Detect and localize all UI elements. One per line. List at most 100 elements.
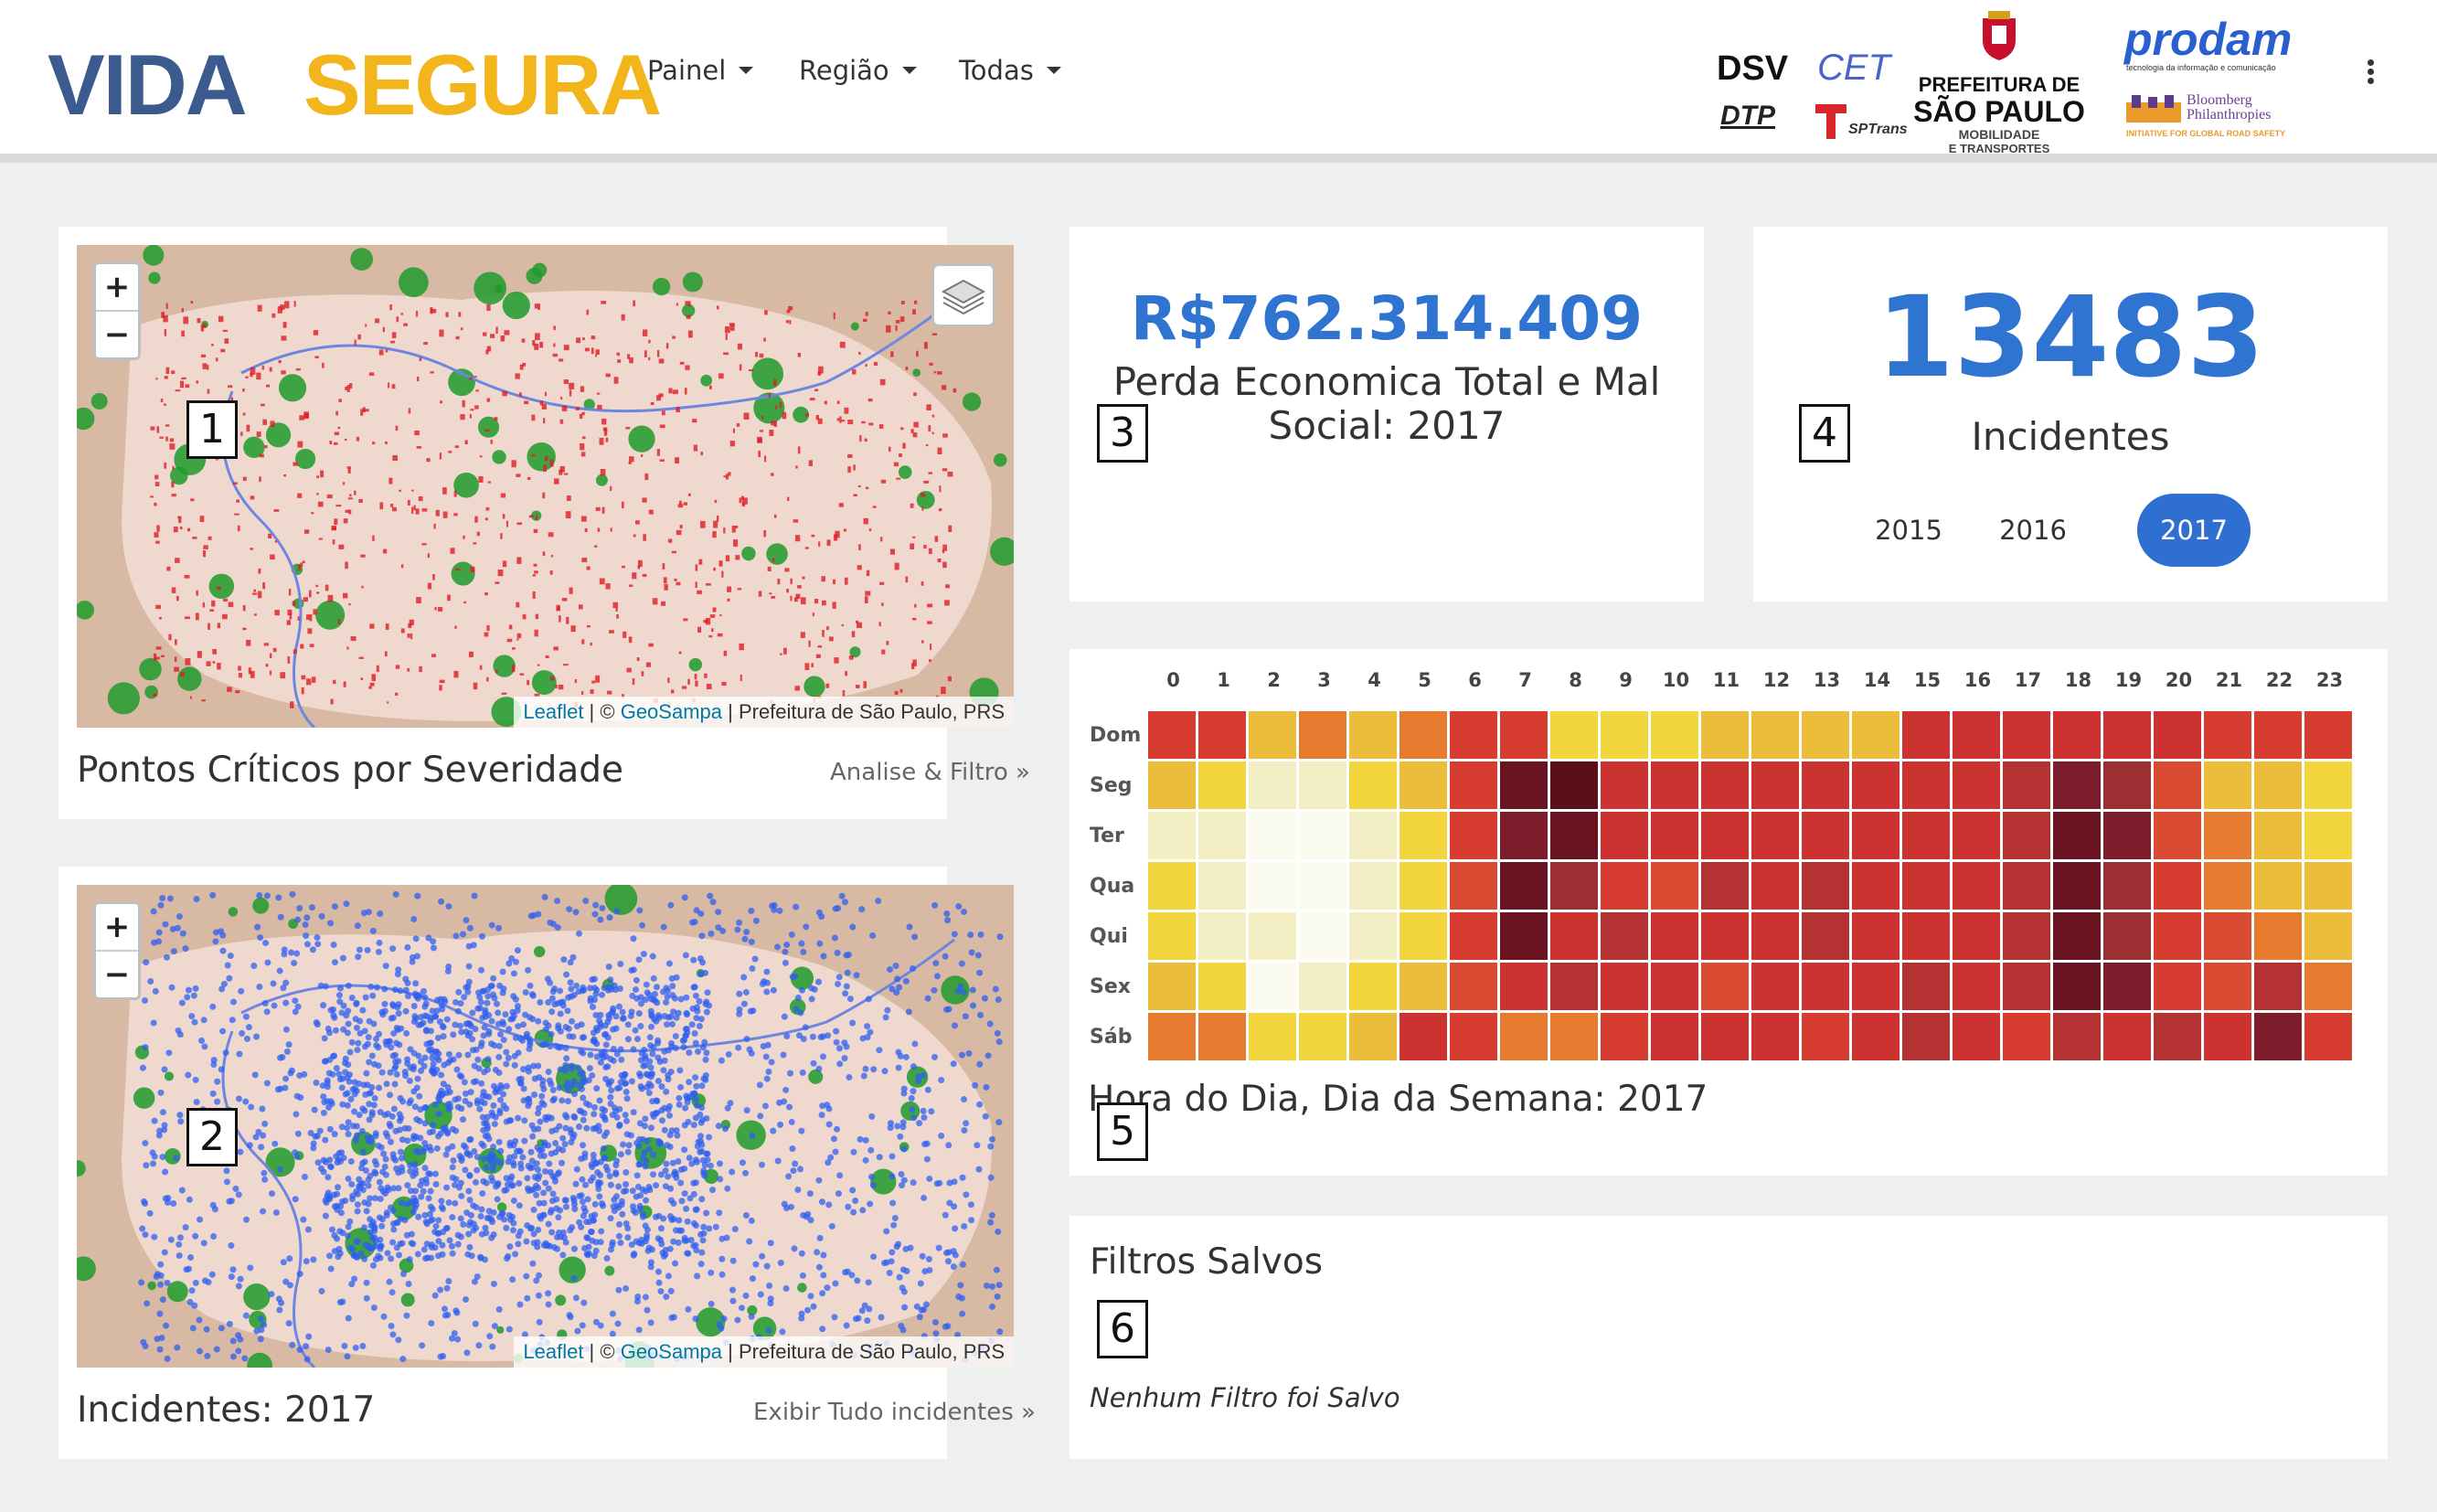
heatmap-cell[interactable] — [1601, 963, 1648, 1010]
heatmap-cell[interactable] — [1249, 711, 1296, 759]
heatmap-cell[interactable] — [1852, 812, 1900, 859]
analise-filtro-link[interactable]: Analise & Filtro » — [830, 759, 1030, 786]
heatmap-cell[interactable] — [1701, 1013, 1749, 1060]
heatmap-cell[interactable] — [2053, 912, 2101, 960]
heatmap-cell[interactable] — [2053, 812, 2101, 859]
heatmap-cell[interactable] — [1651, 1013, 1698, 1060]
heatmap-cell[interactable] — [1399, 963, 1447, 1010]
heatmap-cell[interactable] — [1450, 862, 1497, 910]
menu-painel[interactable]: Painel — [647, 48, 754, 93]
heatmap-cell[interactable] — [1953, 912, 2000, 960]
heatmap-cell[interactable] — [1249, 1013, 1296, 1060]
heatmap-cell[interactable] — [1550, 963, 1598, 1010]
heatmap-cell[interactable] — [1299, 912, 1346, 960]
heatmap-cell[interactable] — [1500, 711, 1548, 759]
heatmap-cell[interactable] — [1550, 1013, 1598, 1060]
geosampa-link[interactable]: GeoSampa — [621, 700, 722, 723]
heatmap-cell[interactable] — [1601, 812, 1648, 859]
menu-todas[interactable]: Todas — [959, 48, 1061, 93]
heatmap-cell[interactable] — [2103, 912, 2151, 960]
vida-segura-logo[interactable]: VIDA SEGURA — [48, 35, 662, 135]
heatmap-cell[interactable] — [2103, 761, 2151, 809]
heatmap-cell[interactable] — [1701, 812, 1749, 859]
heatmap-cell[interactable] — [1601, 862, 1648, 910]
heatmap-cell[interactable] — [2003, 761, 2050, 809]
heatmap-cell[interactable] — [1852, 912, 1900, 960]
heatmap-cell[interactable] — [1299, 862, 1346, 910]
heatmap-cell[interactable] — [1852, 1013, 1900, 1060]
heatmap-cell[interactable] — [1902, 862, 1950, 910]
heatmap-cell[interactable] — [2053, 963, 2101, 1010]
heatmap-cell[interactable] — [1550, 711, 1598, 759]
heatmap-cell[interactable] — [2204, 812, 2251, 859]
heatmap-cell[interactable] — [2254, 761, 2302, 809]
heatmap-cell[interactable] — [2053, 711, 2101, 759]
zoom-out-button[interactable]: − — [96, 310, 138, 357]
heatmap-cell[interactable] — [1349, 1013, 1397, 1060]
heatmap-cell[interactable] — [1601, 1013, 1648, 1060]
heatmap-cell[interactable] — [2003, 711, 2050, 759]
heatmap-cell[interactable] — [2003, 812, 2050, 859]
exibir-tudo-link[interactable]: Exibir Tudo incidentes » — [753, 1399, 1036, 1426]
heatmap-cell[interactable] — [2304, 912, 2352, 960]
heatmap-cell[interactable] — [2304, 963, 2352, 1010]
heatmap-cell[interactable] — [1802, 711, 1849, 759]
heatmap-cell[interactable] — [1751, 963, 1799, 1010]
heatmap-cell[interactable] — [2254, 711, 2302, 759]
heatmap-cell[interactable] — [1550, 761, 1598, 809]
heatmap-cell[interactable] — [1299, 963, 1346, 1010]
heatmap-cell[interactable] — [1148, 812, 1196, 859]
heatmap-cell[interactable] — [1299, 711, 1346, 759]
heatmap-cell[interactable] — [1399, 862, 1447, 910]
heatmap-cell[interactable] — [1902, 812, 1950, 859]
heatmap-cell[interactable] — [2204, 761, 2251, 809]
heatmap-cell[interactable] — [1148, 1013, 1196, 1060]
heatmap-cell[interactable] — [1399, 1013, 1447, 1060]
heatmap-cell[interactable] — [1198, 812, 1246, 859]
heatmap-cell[interactable] — [2204, 711, 2251, 759]
heatmap-cell[interactable] — [2154, 761, 2201, 809]
heatmap-cell[interactable] — [1802, 761, 1849, 809]
heatmap-cell[interactable] — [1399, 711, 1447, 759]
layers-icon[interactable] — [931, 263, 995, 327]
heatmap-cell[interactable] — [2154, 912, 2201, 960]
heatmap-cell[interactable] — [1550, 912, 1598, 960]
heatmap-cell[interactable] — [2003, 912, 2050, 960]
heatmap-cell[interactable] — [1651, 761, 1698, 809]
heatmap-cell[interactable] — [1751, 1013, 1799, 1060]
heatmap-cell[interactable] — [1399, 912, 1447, 960]
heatmap-cell[interactable] — [1751, 912, 1799, 960]
heatmap-cell[interactable] — [2254, 912, 2302, 960]
heatmap-cell[interactable] — [1500, 912, 1548, 960]
heatmap-cell[interactable] — [1701, 963, 1749, 1010]
heatmap-cell[interactable] — [1550, 812, 1598, 859]
heatmap-cell[interactable] — [1802, 963, 1849, 1010]
heatmap-cell[interactable] — [1701, 761, 1749, 809]
heatmap-cell[interactable] — [1500, 862, 1548, 910]
heatmap-cell[interactable] — [1148, 711, 1196, 759]
heatmap-cell[interactable] — [2254, 1013, 2302, 1060]
heatmap-cell[interactable] — [1349, 963, 1397, 1010]
heatmap-cell[interactable] — [2304, 862, 2352, 910]
heatmap-cell[interactable] — [1751, 711, 1799, 759]
heatmap-cell[interactable] — [1349, 761, 1397, 809]
heatmap-cell[interactable] — [1198, 862, 1246, 910]
heatmap-cell[interactable] — [1349, 862, 1397, 910]
heatmap-cell[interactable] — [1450, 912, 1497, 960]
heatmap-cell[interactable] — [1399, 812, 1447, 859]
heatmap-cell[interactable] — [1953, 812, 2000, 859]
heatmap-cell[interactable] — [1751, 761, 1799, 809]
heatmap-cell[interactable] — [1198, 711, 1246, 759]
heatmap-cell[interactable] — [1148, 963, 1196, 1010]
heatmap-cell[interactable] — [1651, 711, 1698, 759]
heatmap-cell[interactable] — [1751, 812, 1799, 859]
heatmap-cell[interactable] — [1953, 711, 2000, 759]
heatmap-cell[interactable] — [2254, 862, 2302, 910]
leaflet-link[interactable]: Leaflet — [523, 1340, 583, 1363]
heatmap-cell[interactable] — [1651, 812, 1698, 859]
heatmap-cell[interactable] — [1450, 1013, 1497, 1060]
heatmap-cell[interactable] — [2103, 963, 2151, 1010]
zoom-in-button[interactable]: + — [96, 264, 138, 310]
leaflet-link[interactable]: Leaflet — [523, 700, 583, 723]
more-vertical-icon[interactable] — [2355, 57, 2386, 91]
